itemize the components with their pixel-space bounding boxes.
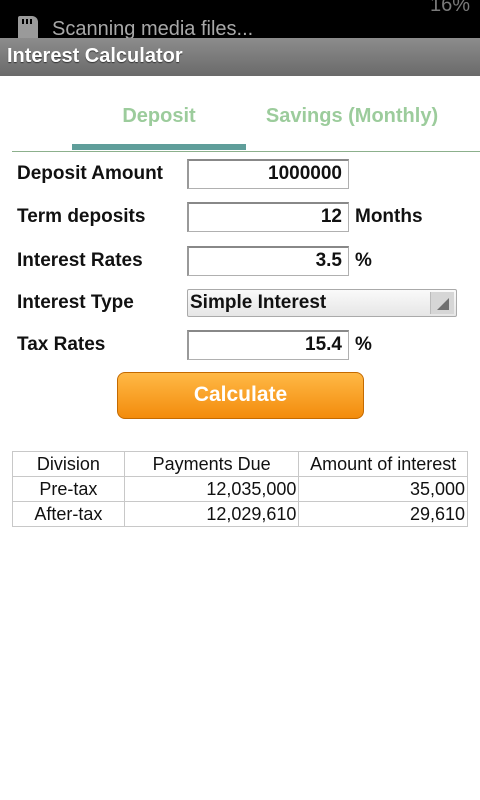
battery-percent: 16% <box>429 0 470 16</box>
header-division: Division <box>12 451 125 477</box>
tab-selected-indicator <box>72 144 246 150</box>
interest-type-label: Interest Type <box>17 292 134 313</box>
table-row: Pre-tax 12,035,000 35,000 <box>12 476 468 502</box>
dropdown-arrow-icon <box>430 292 454 314</box>
deposit-amount-input[interactable]: 1000000 <box>187 159 349 189</box>
term-deposits-input[interactable]: 12 <box>187 202 349 232</box>
status-bar: Scanning media files... 16% <box>0 0 480 38</box>
tax-rates-label: Tax Rates <box>17 334 106 355</box>
tab-deposit[interactable]: Deposit <box>72 94 246 150</box>
interest-type-value: Simple Interest <box>190 292 327 313</box>
status-icons: 16% <box>430 0 470 17</box>
interest-type-select[interactable]: Simple Interest <box>187 289 457 317</box>
calculate-button[interactable]: Calculate <box>117 372 364 419</box>
header-amount-of-interest: Amount of interest <box>298 451 468 477</box>
table-header-row: Division Payments Due Amount of interest <box>12 451 468 477</box>
row-amount-of-interest: 35,000 <box>298 476 468 502</box>
deposit-amount-label: Deposit Amount <box>17 163 164 184</box>
interest-rate-unit: % <box>355 250 372 271</box>
title-bar: Interest Calculator <box>0 38 480 76</box>
tax-rates-input[interactable]: 15.4 <box>187 330 349 360</box>
term-deposits-label: Term deposits <box>17 206 146 227</box>
notification-text: Scanning media files... <box>52 18 254 38</box>
tab-bar: Deposit Savings (Monthly) <box>12 94 480 152</box>
interest-rates-input[interactable]: 3.5 <box>187 246 349 276</box>
row-payments-due: 12,035,000 <box>123 476 300 502</box>
row-amount-of-interest: 29,610 <box>298 501 468 527</box>
interest-rates-label: Interest Rates <box>17 250 143 271</box>
table-row: After-tax 12,029,610 29,610 <box>12 501 468 527</box>
sd-card-icon <box>18 16 38 38</box>
header-payments-due: Payments Due <box>123 451 300 477</box>
app-title: Interest Calculator <box>7 45 183 67</box>
row-division: After-tax <box>12 501 125 527</box>
term-unit: Months <box>355 206 423 227</box>
tab-savings-monthly[interactable]: Savings (Monthly) <box>252 94 452 150</box>
tax-rate-unit: % <box>355 334 372 355</box>
row-payments-due: 12,029,610 <box>123 501 300 527</box>
results-table: Division Payments Due Amount of interest… <box>12 451 468 527</box>
row-division: Pre-tax <box>12 476 125 502</box>
